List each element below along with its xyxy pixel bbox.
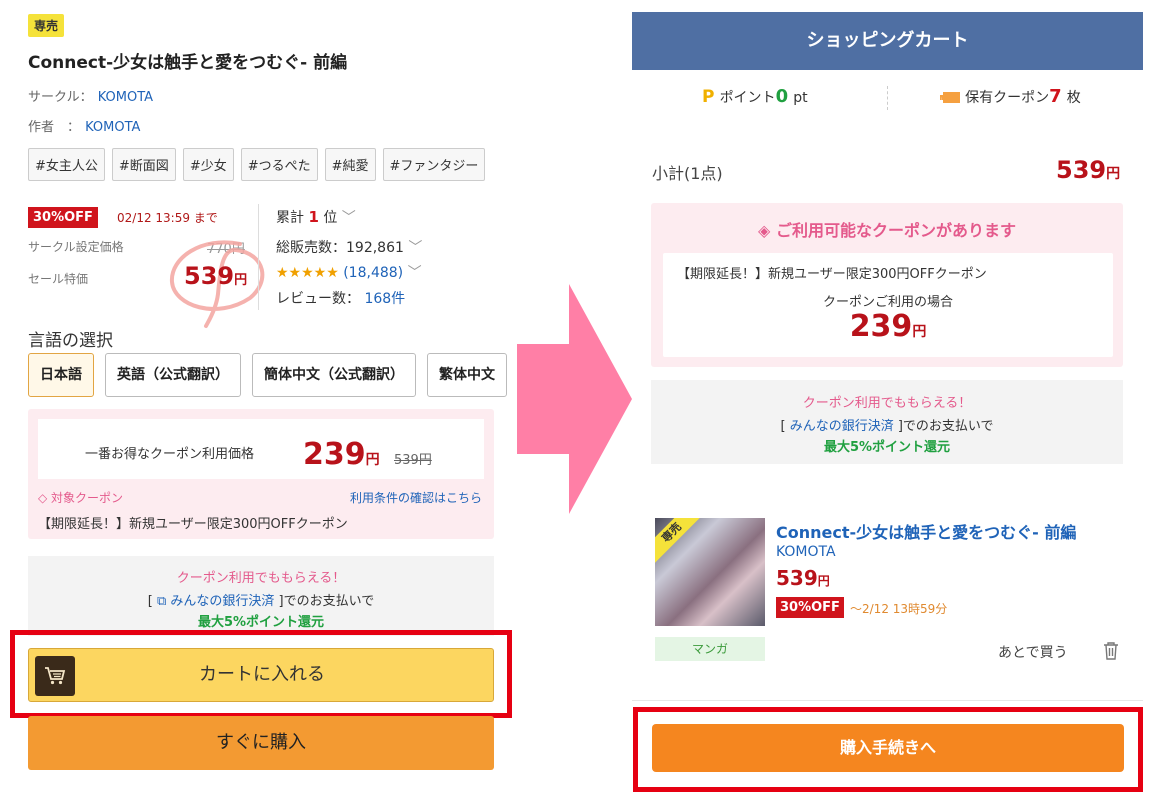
coupon-price-box: 一番お得なクーポン利用価格 239円 539円	[38, 419, 484, 479]
divider	[258, 204, 259, 310]
review-count-link[interactable]: 168件	[364, 291, 405, 307]
chevron-down-icon: ﹀	[408, 240, 423, 256]
coupon-name: 【期限延長！】新規ユーザー限定300円OFFクーポン	[38, 517, 348, 532]
review-row: レビュー数： 168件	[276, 291, 406, 307]
chevron-down-icon: ﹀	[407, 265, 422, 281]
author-link[interactable]: KOMOTA	[85, 120, 140, 135]
category-label: マンガ	[655, 637, 765, 661]
cart-item-price: 539円	[776, 566, 830, 590]
bank-promo-text: [ ⧉ みんなの銀行決済 ]でのお支払いで	[147, 594, 375, 609]
language-section-title: 言語の選択	[28, 331, 113, 351]
available-coupon-panel[interactable]: ◈ ご利用可能なクーポンがあります 【期限延長！】新規ユーザー限定300円OFF…	[651, 203, 1123, 367]
cart-item-sale-badge: 30%OFF	[776, 597, 844, 618]
star-rating-icon: ★★★★★	[276, 265, 339, 281]
cart-header: ショッピングカート	[632, 12, 1143, 70]
language-selector: 日本語 英語（公式翻訳） 簡体中文（公式翻訳） 繁体中文	[28, 353, 510, 401]
trash-icon[interactable]	[1102, 641, 1120, 661]
divider	[887, 86, 888, 110]
rating-row[interactable]: ★★★★★ (18,488) ﹀	[276, 262, 422, 282]
bank-payment-promo: クーポン利用でももらえる！ [ ⧉ みんなの銀行決済 ]でのお支払いで 最大5%…	[28, 556, 494, 636]
sale-price-label: セール特価	[28, 272, 89, 286]
coupon-tag-icon: ◈	[758, 221, 771, 240]
cart-item-title[interactable]: Connect-少女は触手と愛をつむぐ- 前編	[776, 519, 1076, 543]
buy-now-button[interactable]: すぐに購入	[28, 716, 494, 770]
bank-promo-heading: クーポン利用でももらえる！	[802, 396, 972, 411]
points-info: P ポイント0 pt	[702, 86, 808, 107]
lang-option-japanese[interactable]: 日本語	[28, 353, 94, 397]
circle-label: サークル：	[28, 90, 93, 105]
coupon-name: 【期限延長！】新規ユーザー限定300円OFFクーポン	[677, 267, 987, 282]
bank-promo-text: [ みんなの銀行決済 ]でのお支払いで	[780, 419, 994, 434]
author-label: 作者 ：	[28, 120, 81, 135]
circle-price-label: サークル設定価格	[28, 240, 124, 254]
available-coupon-heading: ◈ ご利用可能なクーポンがあります	[758, 221, 1016, 240]
bank-promo-heading: クーポン利用でももらえる！	[176, 571, 346, 586]
tag-item[interactable]: #つるぺた	[240, 148, 318, 181]
bank-payment-link[interactable]: ⧉ みんなの銀行決済	[157, 594, 274, 609]
sale-price: 539円	[184, 262, 248, 290]
tag-item[interactable]: #ファンタジー	[382, 148, 486, 181]
subtotal-label: 小計(1点)	[652, 164, 723, 183]
product-detail-panel: 専売 Connect-少女は触手と愛をつむぐ- 前編 サークル： KOMOTA …	[0, 0, 520, 800]
coupon-best-label: 一番お得なクーポン利用価格	[85, 447, 255, 462]
sales-row[interactable]: 総販売数：192,861 ﹀	[276, 237, 422, 257]
highlight-frame	[633, 707, 1143, 792]
exclusive-badge: 専売	[28, 14, 65, 37]
author-row: 作者 ： KOMOTA	[28, 116, 140, 135]
target-coupon-label: ◇ 対象クーポン	[38, 491, 124, 505]
chevron-down-icon: ﹀	[341, 210, 356, 226]
divider	[632, 700, 1143, 701]
coupon-old-price: 539円	[394, 453, 432, 468]
arrow-right-icon	[517, 284, 632, 514]
subtotal-value: 539円	[1056, 156, 1121, 184]
bank-payment-link[interactable]: みんなの銀行決済	[790, 419, 894, 434]
circle-link[interactable]: KOMOTA	[98, 90, 153, 105]
tag-item[interactable]: #断面図	[111, 148, 176, 181]
rank-row[interactable]: 累計 1 位 ﹀	[276, 207, 356, 227]
bank-payment-promo: クーポン利用でももらえる！ [ みんなの銀行決済 ]でのお支払いで 最大5%ポイ…	[651, 380, 1123, 464]
highlight-frame	[10, 630, 512, 718]
cart-item-author[interactable]: KOMOTA	[776, 544, 836, 560]
product-title: Connect-少女は触手と愛をつむぐ- 前編	[28, 53, 348, 73]
bank-promo-reward: 最大5%ポイント還元	[197, 615, 325, 630]
buy-later-link[interactable]: あとで買う	[998, 642, 1068, 662]
exclusive-badge: 専売	[655, 518, 704, 565]
lang-option-traditional-chinese[interactable]: 繁体中文	[427, 353, 507, 397]
coupon-use-label: クーポンご利用の場合	[822, 295, 953, 310]
points-coupon-row: P ポイント0 pt 保有クーポン7 枚	[632, 80, 1143, 116]
tag-item[interactable]: #少女	[182, 148, 234, 181]
lang-option-english[interactable]: 英語（公式翻訳）	[105, 353, 241, 397]
tag-item[interactable]: #女主人公	[28, 148, 105, 181]
circle-row: サークル： KOMOTA	[28, 86, 153, 105]
coupon-panel: 一番お得なクーポン利用価格 239円 539円 ◇ 対象クーポン 利用条件の確認…	[28, 409, 494, 539]
sale-deadline: 02/12 13:59 まで	[117, 211, 218, 225]
coupon-ticket-icon	[940, 92, 960, 103]
points-icon: P	[702, 87, 715, 107]
coupon-price: 239円	[303, 437, 380, 472]
coupon-price: 239円	[849, 309, 927, 344]
coupon-info[interactable]: 保有クーポン7 枚	[940, 86, 1081, 107]
tag-list: #女主人公 #断面図 #少女 #つるぺた #純愛 #ファンタジー	[28, 148, 486, 181]
cart-item-deadline: ～2/12 13時59分	[850, 602, 948, 616]
lang-option-simplified-chinese[interactable]: 簡体中文（公式翻訳）	[252, 353, 416, 397]
tag-item[interactable]: #純愛	[324, 148, 376, 181]
bank-promo-reward: 最大5%ポイント還元	[823, 440, 951, 455]
sale-badge: 30%OFF	[28, 207, 98, 228]
coupon-detail-box: 【期限延長！】新規ユーザー限定300円OFFクーポン クーポンご利用の場合 23…	[663, 253, 1113, 357]
terms-link[interactable]: 利用条件の確認はこちら	[350, 489, 482, 506]
product-thumbnail[interactable]: 専売	[655, 518, 765, 626]
